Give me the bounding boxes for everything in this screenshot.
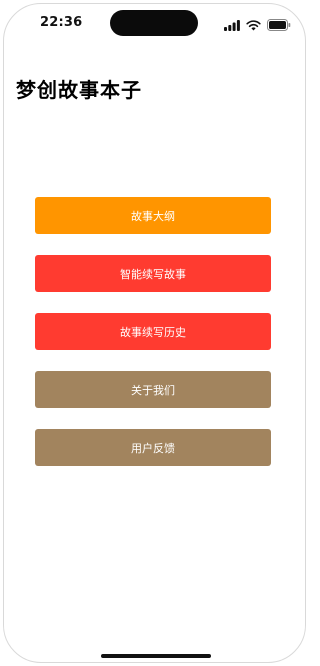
story-outline-button[interactable]: 故事大纲: [35, 197, 271, 234]
signal-icon: [224, 16, 240, 35]
home-indicator[interactable]: [101, 654, 211, 658]
status-time: 22:36: [40, 15, 83, 30]
page-title: 梦创故事本子: [16, 78, 142, 102]
smart-continue-story-button[interactable]: 智能续写故事: [35, 255, 271, 292]
main-menu: 故事大纲 智能续写故事 故事续写历史 关于我们 用户反馈: [35, 197, 271, 487]
wifi-icon: [246, 16, 261, 35]
about-us-button[interactable]: 关于我们: [35, 371, 271, 408]
battery-icon: [267, 16, 291, 35]
phone-screen: 22:36 梦创故事本子 故事大纲 智能续写故事 故事续写历史 关于我们 用户反…: [3, 3, 306, 663]
dynamic-island: [110, 10, 198, 36]
status-bar: 22:36: [4, 4, 305, 44]
status-icons: [224, 16, 291, 35]
continue-history-button[interactable]: 故事续写历史: [35, 313, 271, 350]
user-feedback-button[interactable]: 用户反馈: [35, 429, 271, 466]
